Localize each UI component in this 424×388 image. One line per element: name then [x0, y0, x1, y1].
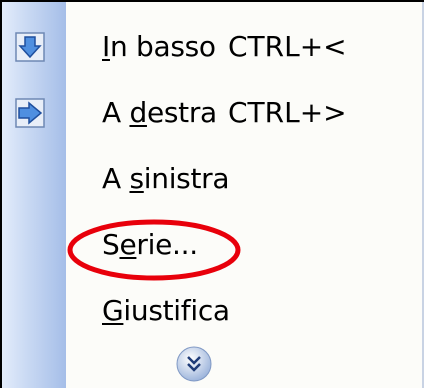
menu-item-giustifica[interactable]: Giustifica	[66, 280, 424, 346]
fill-submenu: In basso CTRL+< A destra CTRL+> A sinist…	[0, 0, 424, 388]
menu-item-shortcut: CTRL+<	[228, 30, 347, 63]
menu-item-shortcut: CTRL+>	[228, 96, 347, 129]
menu-item-label: A destra	[102, 96, 217, 129]
menu-item-in-basso[interactable]: In basso CTRL+<	[15, 16, 424, 82]
menu-item-label: Giustifica	[102, 294, 230, 327]
double-chevron-down-icon[interactable]	[174, 344, 214, 384]
arrow-right-icon	[15, 98, 45, 128]
menu-item-serie[interactable]: Serie...	[66, 214, 424, 280]
menu-item-label: A sinistra	[102, 162, 230, 195]
arrow-down-icon	[15, 32, 45, 62]
menu-item-a-destra[interactable]: A destra CTRL+>	[15, 82, 424, 148]
menu-item-label: Serie...	[102, 228, 198, 261]
menu-item-a-sinistra[interactable]: A sinistra	[66, 148, 424, 214]
menu-item-label: In basso	[102, 30, 216, 63]
